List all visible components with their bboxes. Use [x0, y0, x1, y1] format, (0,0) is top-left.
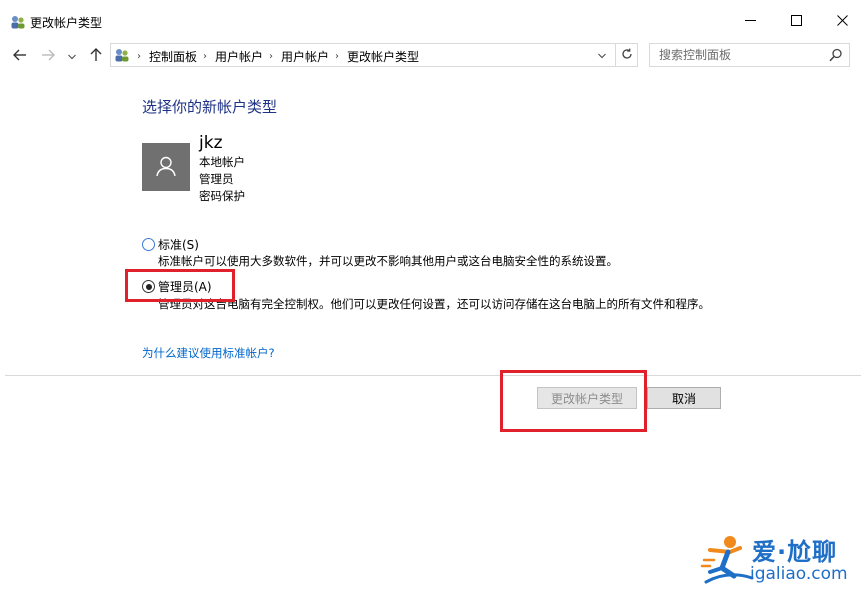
highlight-box-administrator — [125, 269, 235, 302]
standard-description: 标准帐户可以使用大多数软件，并可以更改不影响其他用户或这台电脑安全性的系统设置。 — [158, 254, 618, 268]
search-icon[interactable] — [829, 48, 843, 62]
chevron-down-icon — [598, 48, 606, 62]
divider — [5, 375, 861, 376]
recent-locations-button[interactable] — [64, 46, 80, 66]
window-title: 更改帐户类型 — [30, 16, 103, 30]
breadcrumb-user-accounts-sub[interactable]: 用户帐户 — [281, 48, 329, 65]
watermark: 爱·尬聊 igaliao.com — [700, 530, 860, 592]
chevron-down-icon — [68, 49, 76, 63]
password-status-label: 密码保护 — [199, 189, 245, 203]
title-bar: 更改帐户类型 — [0, 0, 866, 42]
runner-logo-icon — [700, 530, 756, 588]
user-name: jkz — [199, 133, 223, 153]
user-role-label: 管理员 — [199, 172, 234, 186]
watermark-url: igaliao.com — [750, 564, 848, 584]
up-button[interactable] — [86, 46, 106, 66]
breadcrumb-control-panel[interactable]: 控制面板 — [149, 48, 197, 65]
arrow-up-icon — [90, 47, 102, 65]
maximize-icon — [790, 15, 802, 29]
account-type-label: 本地帐户 — [199, 155, 245, 169]
close-icon — [836, 15, 848, 29]
address-bar[interactable]: › 控制面板 › 用户帐户 › 用户帐户 › 更改帐户类型 — [110, 43, 638, 67]
administrator-description: 管理员对这台电脑有完全控制权。他们可以更改任何设置，还可以访问存储在这台电脑上的… — [158, 297, 710, 311]
close-button[interactable] — [819, 8, 865, 36]
search-box — [649, 43, 850, 67]
user-accounts-icon — [10, 14, 26, 30]
breadcrumb-separator: › — [203, 51, 208, 62]
radio-button-unchecked[interactable] — [142, 238, 155, 251]
search-input[interactable] — [651, 45, 821, 65]
back-button[interactable] — [10, 46, 30, 66]
maximize-button[interactable] — [773, 8, 819, 36]
breadcrumb-separator: › — [269, 51, 274, 62]
standard-radio-label: 标准(S) — [158, 238, 199, 252]
cancel-button[interactable]: 取消 — [647, 387, 721, 409]
breadcrumb-user-accounts[interactable]: 用户帐户 — [215, 48, 263, 65]
arrow-right-icon — [41, 49, 55, 64]
address-history-button[interactable] — [595, 48, 609, 62]
arrow-left-icon — [13, 49, 27, 64]
minimize-icon — [744, 15, 756, 29]
page-heading: 选择你的新帐户类型 — [142, 98, 278, 116]
breadcrumb-separator: › — [137, 51, 141, 62]
highlight-box-change-button — [500, 370, 647, 432]
standard-account-radio[interactable]: 标准(S) — [142, 236, 199, 253]
avatar — [142, 143, 190, 191]
breadcrumb-change-account-type[interactable]: 更改帐户类型 — [347, 48, 419, 65]
minimize-button[interactable] — [727, 8, 773, 36]
user-icon — [155, 155, 177, 180]
watermark-title: 爱·尬聊 — [752, 538, 838, 566]
refresh-icon — [621, 48, 633, 63]
forward-button[interactable] — [38, 46, 58, 66]
why-standard-account-link[interactable]: 为什么建议使用标准帐户? — [142, 345, 275, 361]
breadcrumb: › 控制面板 › 用户帐户 › 用户帐户 › 更改帐户类型 — [135, 48, 419, 65]
breadcrumb-separator: › — [335, 51, 340, 62]
control-panel-icon — [114, 47, 130, 63]
refresh-button[interactable] — [615, 44, 637, 66]
